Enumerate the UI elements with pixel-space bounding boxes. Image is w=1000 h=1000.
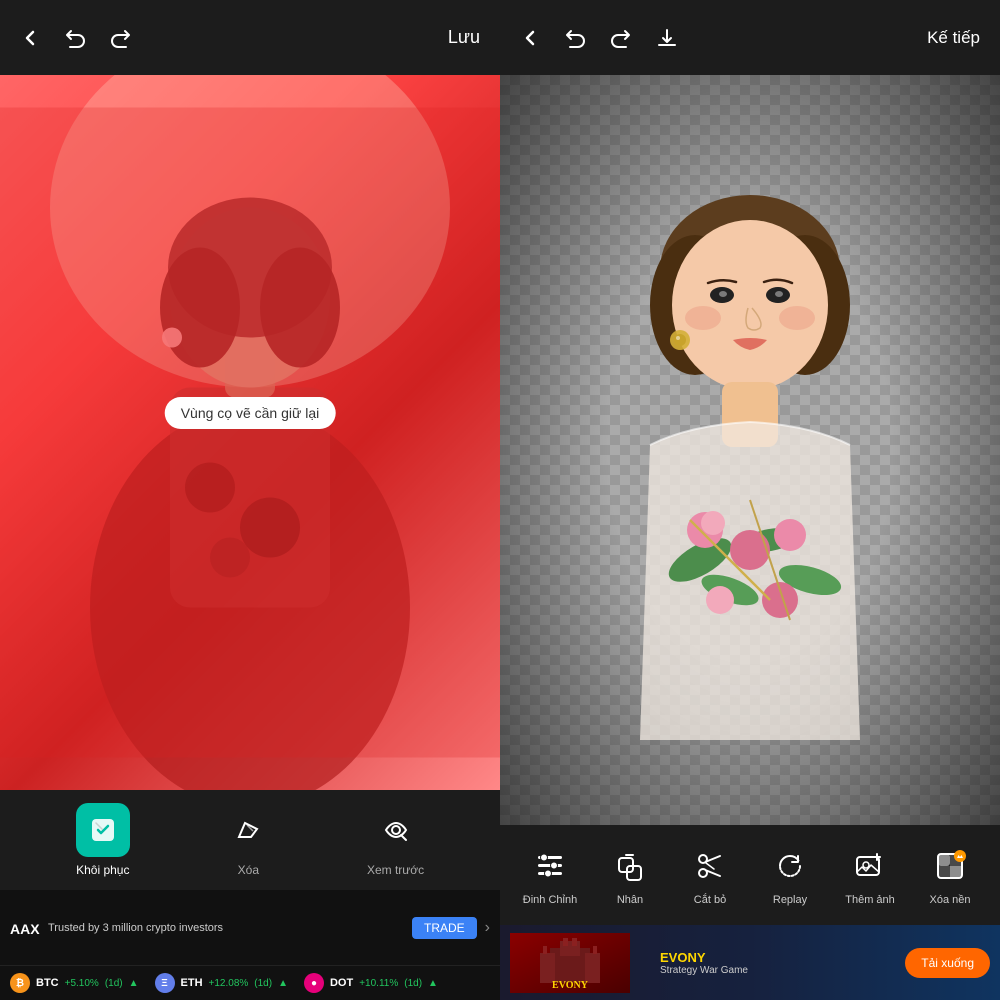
replay-icon-wrap: [768, 844, 812, 888]
eth-item: Ξ ETH +12.08% (1d) ▲: [155, 973, 288, 993]
right-toolbar: Đinh Chỉnh Nhân: [500, 825, 1000, 925]
ad-arrow-icon: ›: [485, 919, 490, 937]
ad-logo: AAX: [10, 918, 40, 938]
btc-icon: ₿: [10, 973, 30, 993]
stamp-icon-wrap: [608, 844, 652, 888]
remove-bg-icon-wrap: [928, 844, 972, 888]
left-header-controls: [20, 27, 132, 49]
left-redo-button[interactable]: [110, 27, 132, 49]
right-redo-button[interactable]: [610, 27, 632, 49]
left-back-button[interactable]: [20, 28, 40, 48]
preview-icon-wrap: [369, 803, 423, 857]
add-photo-icon: [854, 850, 886, 882]
svg-text:EVONY: EVONY: [552, 980, 589, 991]
left-image-bg: Vùng cọ vẽ cần giữ lại: [0, 75, 500, 790]
game-ad-title: EVONY: [660, 950, 875, 965]
right-image-area: [500, 75, 1000, 825]
left-panel: Lưu: [0, 0, 500, 1000]
adjust-label: Đinh Chỉnh: [523, 894, 577, 906]
dot-item: ● DOT +10.11% (1d) ▲: [304, 973, 438, 993]
btc-period: (1d): [105, 978, 123, 989]
right-back-button[interactable]: [520, 28, 540, 48]
crypto-bar: ₿ BTC +5.10% (1d) ▲ Ξ ETH +12.08% (1d) ▲…: [0, 965, 500, 1000]
dot-up-icon: ▲: [428, 978, 438, 989]
game-ad-center: EVONY Strategy War Game: [650, 950, 885, 976]
evony-game-icon: EVONY: [510, 933, 630, 993]
game-ad-image: EVONY: [510, 933, 630, 993]
ad-tagline: Trusted by 3 million crypto investors: [48, 922, 404, 934]
eth-icon: Ξ: [155, 973, 175, 993]
right-header: Kế tiếp: [500, 0, 1000, 75]
right-undo-button[interactable]: [564, 27, 586, 49]
tool-erase[interactable]: Xóa: [221, 803, 275, 877]
game-ad-subtitle: Strategy War Game: [660, 965, 875, 976]
stamp-icon: [614, 850, 646, 882]
right-download-button[interactable]: [656, 27, 678, 49]
add-photo-icon-wrap: [848, 844, 892, 888]
erase-label: Xóa: [238, 863, 259, 877]
tool-preview[interactable]: Xem trước: [367, 803, 424, 877]
tool-catbo[interactable]: Cắt bỏ: [670, 844, 750, 906]
eth-period: (1d): [254, 978, 272, 989]
eth-label: ETH: [181, 977, 203, 989]
btc-up-icon: ▲: [129, 978, 139, 989]
stamp-label: Nhân: [617, 894, 643, 906]
dot-period: (1d): [404, 978, 422, 989]
tool-restore[interactable]: Khôi phục: [76, 803, 130, 877]
add-photo-label: Thêm ảnh: [845, 894, 895, 906]
replay-icon: [774, 850, 806, 882]
replay-label: Replay: [773, 894, 807, 906]
eth-up-icon: ▲: [278, 978, 288, 989]
left-header: Lưu: [0, 0, 500, 75]
restore-icon-wrap: [76, 803, 130, 857]
preview-icon: [381, 815, 411, 845]
left-ad-bar: AAX Trusted by 3 million crypto investor…: [0, 890, 500, 965]
btc-item: ₿ BTC +5.10% (1d) ▲: [10, 973, 139, 993]
catbo-label: Cắt bỏ: [694, 894, 726, 906]
restore-icon: [88, 815, 118, 845]
adjust-icon: [534, 850, 566, 882]
game-download-button[interactable]: Tải xuống: [905, 948, 990, 978]
game-ad-banner: EVONY EVONY Strategy War Game Tải xuống: [500, 925, 1000, 1000]
right-header-controls: [520, 27, 678, 49]
erase-icon: [233, 815, 263, 845]
aax-logo-icon: AAX: [10, 918, 40, 938]
trade-button[interactable]: TRADE: [412, 917, 477, 939]
restore-label: Khôi phục: [76, 863, 129, 877]
eth-change: +12.08%: [209, 978, 249, 989]
left-undo-button[interactable]: [64, 27, 86, 49]
left-person-image: [0, 75, 500, 790]
left-image-area: Vùng cọ vẽ cần giữ lại: [0, 75, 500, 790]
remove-bg-icon: [934, 850, 966, 882]
right-image-bg: [500, 75, 1000, 825]
dot-change: +10.11%: [359, 978, 398, 989]
remove-bg-label: Xóa nền: [930, 894, 971, 906]
adjust-icon-wrap: [528, 844, 572, 888]
tool-stamp[interactable]: Nhân: [590, 844, 670, 906]
tool-replay[interactable]: Replay: [750, 844, 830, 906]
right-panel: Kế tiếp: [500, 0, 1000, 1000]
tool-add-photo[interactable]: Thêm ảnh: [830, 844, 910, 906]
left-toolbar: Khôi phục Xóa Xem trước: [0, 790, 500, 890]
right-next-button[interactable]: Kế tiếp: [927, 28, 980, 48]
catbo-icon-wrap: [688, 844, 732, 888]
right-person-image: [550, 140, 950, 760]
svg-text:AAX: AAX: [10, 921, 40, 937]
tooltip-label: Vùng cọ vẽ cần giữ lại: [165, 397, 336, 429]
btc-change: +5.10%: [65, 978, 99, 989]
dot-label: DOT: [330, 977, 353, 989]
erase-icon-wrap: [221, 803, 275, 857]
tool-remove-bg[interactable]: Xóa nền: [910, 844, 990, 906]
catbo-icon: [694, 850, 726, 882]
tool-adjust[interactable]: Đinh Chỉnh: [510, 844, 590, 906]
dot-icon: ●: [304, 973, 324, 993]
left-save-button[interactable]: Lưu: [448, 27, 480, 48]
preview-label: Xem trước: [367, 863, 424, 877]
right-ad-area: EVONY EVONY Strategy War Game Tải xuống: [500, 925, 1000, 1000]
btc-label: BTC: [36, 977, 59, 989]
